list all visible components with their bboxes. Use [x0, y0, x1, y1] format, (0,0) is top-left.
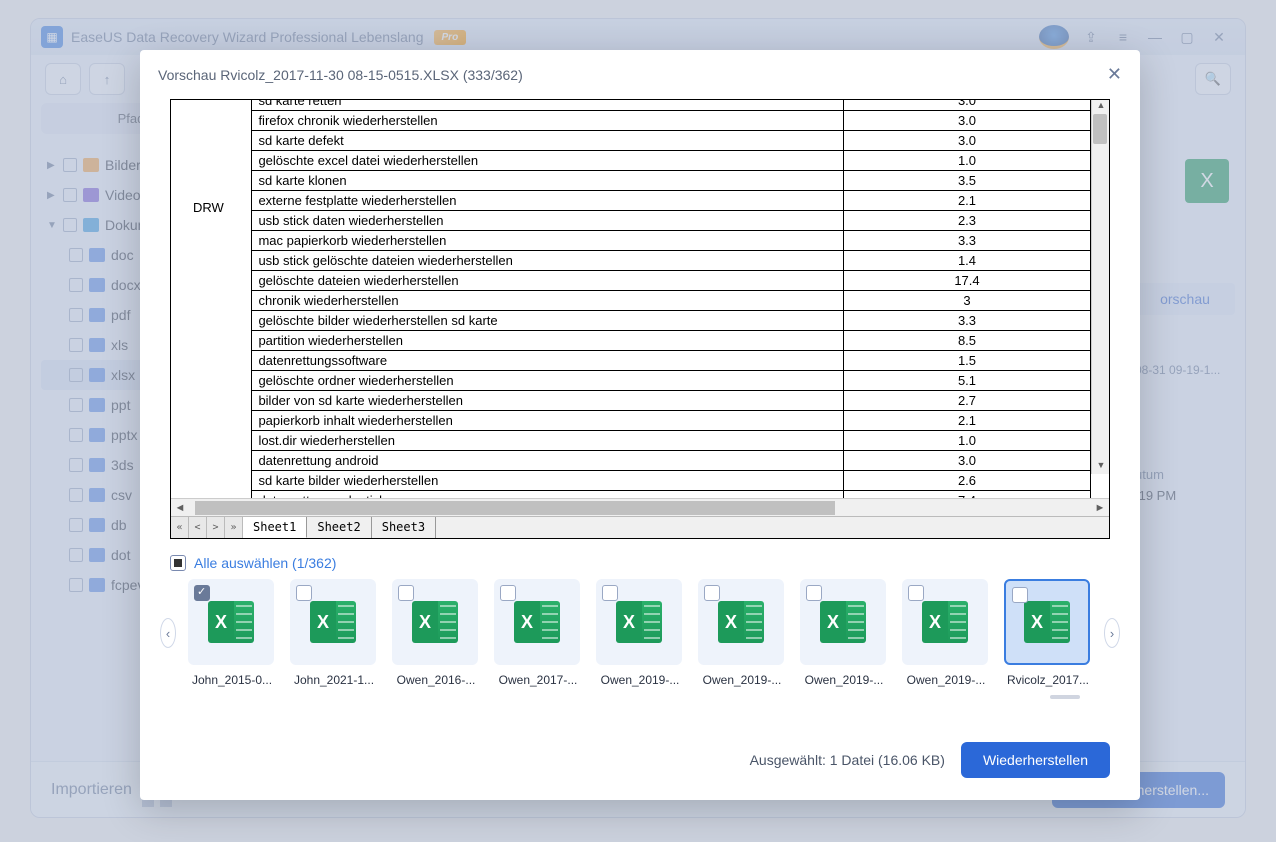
thumbnail-item[interactable]: X John_2015-0... [188, 579, 276, 687]
hscroll-thumb[interactable] [195, 501, 835, 515]
thumbnail-checkbox[interactable] [1012, 587, 1028, 603]
thumbnail-strip: ‹ X John_2015-0... X John_2021-1... [160, 579, 1120, 687]
thumbnail-label: John_2015-0... [188, 673, 276, 687]
excel-file-icon: X [514, 601, 560, 643]
thumbnail-box[interactable]: X [188, 579, 274, 665]
modal-overlay: Vorschau Rvicolz_2017-11-30 08-15-0515.X… [0, 0, 1276, 842]
select-all-row: Alle auswählen (1/362) [170, 555, 1110, 571]
scroll-down-icon[interactable]: ▼ [1092, 460, 1109, 474]
modal-header: Vorschau Rvicolz_2017-11-30 08-15-0515.X… [140, 50, 1140, 99]
sheet-tab-2[interactable]: Sheet2 [307, 517, 371, 538]
category-label: DRW [193, 200, 224, 215]
close-modal-icon[interactable]: ✕ [1107, 64, 1122, 85]
thumbnail-item[interactable]: X Rvicolz_2017... [1004, 579, 1092, 687]
scroll-up-icon[interactable]: ▲ [1092, 100, 1109, 114]
sheet-tab-3[interactable]: Sheet3 [372, 517, 436, 538]
scroll-right-icon[interactable]: ► [1091, 499, 1109, 517]
thumbnail-item[interactable]: X Owen_2019-... [596, 579, 684, 687]
thumbnail-item[interactable]: X Owen_2016-... [392, 579, 480, 687]
thumbnail-item[interactable]: X Owen_2019-... [902, 579, 990, 687]
vertical-scrollbar[interactable]: ▲ ▼ [1091, 100, 1109, 474]
thumbnail-label: Rvicolz_2017... [1004, 673, 1092, 687]
sheet-table: sd karte retten3.0firefox chronik wieder… [171, 100, 1091, 498]
thumbnail-label: Owen_2019-... [596, 673, 684, 687]
thumbnail-box[interactable]: X [902, 579, 988, 665]
thumbnail-label: Owen_2016-... [392, 673, 480, 687]
excel-file-icon: X [1024, 601, 1070, 643]
thumbnail-checkbox[interactable] [704, 585, 720, 601]
thumbnail-checkbox[interactable] [398, 585, 414, 601]
sheet-tab-1[interactable]: Sheet1 [243, 517, 307, 538]
thumb-prev-button[interactable]: ‹ [160, 618, 176, 648]
sheet-last-icon[interactable]: » [225, 517, 243, 538]
thumbnail-label: Owen_2017-... [494, 673, 582, 687]
select-all-label[interactable]: Alle auswählen (1/362) [194, 555, 336, 571]
thumbnail-label: John_2021-1... [290, 673, 378, 687]
sheet-next-icon[interactable]: > [207, 517, 225, 538]
excel-file-icon: X [616, 601, 662, 643]
thumbnail-item[interactable]: X Owen_2017-... [494, 579, 582, 687]
excel-file-icon: X [718, 601, 764, 643]
thumbnail-item[interactable]: X John_2021-1... [290, 579, 378, 687]
thumbnail-checkbox[interactable] [296, 585, 312, 601]
thumbnail-checkbox[interactable] [602, 585, 618, 601]
horizontal-scrollbar[interactable]: ◄ ► [171, 498, 1109, 516]
thumbnail-box[interactable]: X [596, 579, 682, 665]
thumbnail-checkbox[interactable] [806, 585, 822, 601]
thumbnail-checkbox[interactable] [908, 585, 924, 601]
recover-button[interactable]: Wiederherstellen [961, 742, 1110, 778]
select-all-checkbox[interactable] [170, 555, 186, 571]
thumbnail-label: Owen_2019-... [698, 673, 786, 687]
thumbnail-item[interactable]: X Owen_2019-... [698, 579, 786, 687]
grab-handle[interactable] [1050, 695, 1080, 699]
preview-modal: Vorschau Rvicolz_2017-11-30 08-15-0515.X… [140, 50, 1140, 800]
modal-footer: Ausgewählt: 1 Datei (16.06 KB) Wiederher… [140, 724, 1140, 800]
thumbnail-box[interactable]: X [1004, 579, 1090, 665]
thumb-next-button[interactable]: › [1104, 618, 1120, 648]
excel-file-icon: X [922, 601, 968, 643]
selection-summary: Ausgewählt: 1 Datei (16.06 KB) [750, 752, 945, 768]
thumbnail-item[interactable]: X Owen_2019-... [800, 579, 888, 687]
excel-file-icon: X [208, 601, 254, 643]
modal-title: Vorschau Rvicolz_2017-11-30 08-15-0515.X… [158, 67, 523, 83]
thumbnail-label: Owen_2019-... [902, 673, 990, 687]
scroll-thumb[interactable] [1093, 114, 1107, 144]
excel-file-icon: X [412, 601, 458, 643]
thumbnail-box[interactable]: X [698, 579, 784, 665]
sheet-prev-icon[interactable]: < [189, 517, 207, 538]
thumbnail-box[interactable]: X [392, 579, 478, 665]
thumbnail-box[interactable]: X [494, 579, 580, 665]
excel-file-icon: X [820, 601, 866, 643]
thumbnail-checkbox[interactable] [194, 585, 210, 601]
spreadsheet-preview: sd karte retten3.0firefox chronik wieder… [170, 99, 1110, 539]
excel-file-icon: X [310, 601, 356, 643]
thumbnail-box[interactable]: X [290, 579, 376, 665]
thumbnail-checkbox[interactable] [500, 585, 516, 601]
thumbnail-label: Owen_2019-... [800, 673, 888, 687]
scroll-left-icon[interactable]: ◄ [171, 499, 189, 517]
sheet-tabs: « < > » Sheet1 Sheet2 Sheet3 [171, 516, 1109, 538]
sheet-first-icon[interactable]: « [171, 517, 189, 538]
thumbnail-box[interactable]: X [800, 579, 886, 665]
